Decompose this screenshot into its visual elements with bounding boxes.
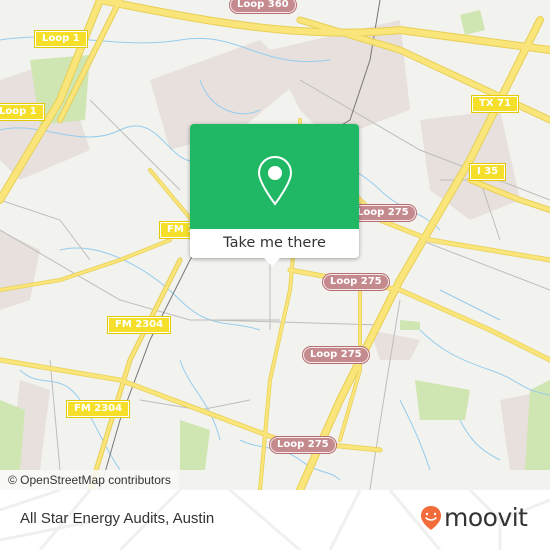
road-label-fm-2304: FM 2304	[65, 400, 131, 418]
footer-bar: All Star Energy Audits, Austin moovit	[0, 490, 550, 550]
road-label-fm-2304: FM 2304	[106, 316, 172, 334]
location-popup: Take me there	[190, 124, 359, 266]
map-pin-icon	[257, 155, 293, 206]
road-label-loop-275: Loop 275	[269, 436, 337, 454]
popup-pointer	[264, 258, 280, 266]
road-label-i-35: I 35	[468, 163, 507, 181]
map-attribution[interactable]: © OpenStreetMap contributors	[0, 470, 179, 490]
moovit-smile-pin-icon	[421, 505, 441, 530]
road-label-loop-275: Loop 275	[349, 204, 417, 222]
road-label-loop-1: Loop 1	[0, 103, 45, 121]
road-label-loop-1: Loop 1	[34, 30, 88, 48]
road-label-loop-275: Loop 275	[302, 346, 370, 364]
moovit-logo[interactable]: moovit	[420, 503, 528, 532]
road-label-loop-360: Loop 360	[229, 0, 297, 14]
road-label-tx-71: TX 71	[471, 95, 519, 113]
road-label-loop-275: Loop 275	[322, 273, 390, 291]
map-view[interactable]: Loop 360 Loop 1 Loop 1 TX 71 I 35 FM 1 L…	[0, 0, 550, 490]
moovit-wordmark: moovit	[444, 503, 528, 532]
take-me-there-button[interactable]: Take me there	[190, 229, 359, 258]
place-name: All Star Energy Audits, Austin	[20, 510, 215, 527]
popup-header	[190, 124, 359, 229]
